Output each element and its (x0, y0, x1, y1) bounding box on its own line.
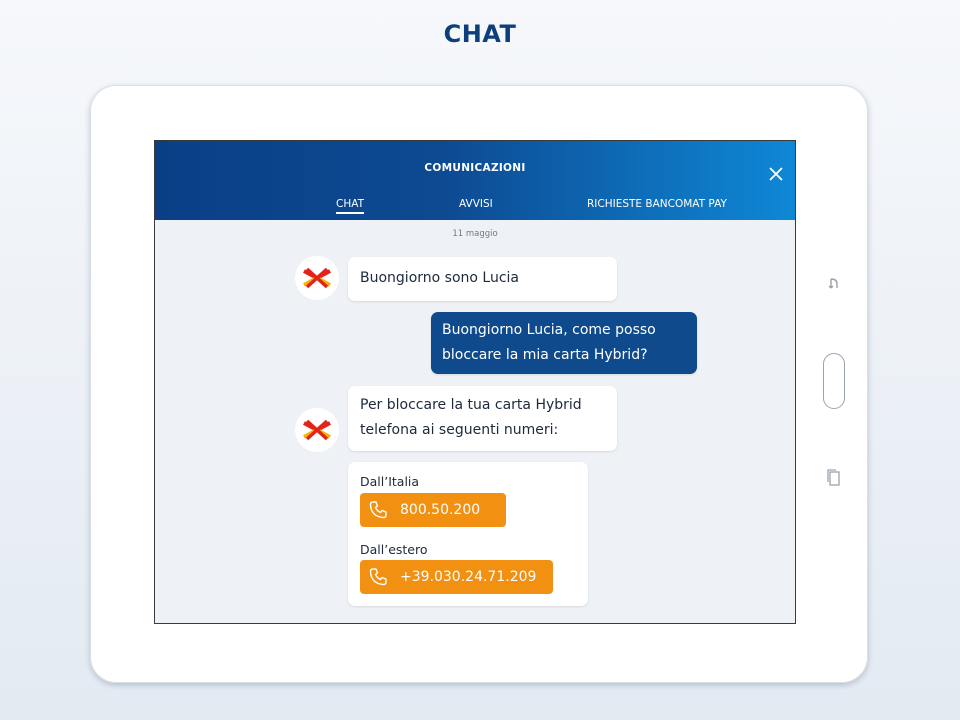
tab-avvisi[interactable]: AVVISI (459, 198, 493, 210)
recent-apps-icon[interactable] (826, 468, 842, 488)
call-number: +39.030.24.71.209 (400, 569, 537, 585)
home-button[interactable] (823, 353, 845, 409)
app-screen: COMUNICAZIONI CHAT AVVISI RICHIESTE BANC… (154, 140, 796, 624)
message-text: bloccare la mia carta Hybrid? (442, 347, 648, 363)
chat-date: 11 maggio (452, 229, 498, 239)
italy-label: Dall’Italia (360, 474, 420, 489)
phone-icon (369, 501, 387, 519)
phone-icon (369, 568, 387, 586)
page-title: CHAT (443, 20, 517, 48)
message-text: Per bloccare la tua carta Hybrid (360, 397, 582, 413)
message-text: Buongiorno Lucia, come posso (442, 322, 656, 338)
call-number: 800.50.200 (400, 502, 481, 518)
bank-logo-icon (303, 419, 331, 441)
message-text: telefona ai seguenti numeri: (360, 422, 559, 438)
contact-card: Dall’Italia 800.50.200 Dall’estero +39.0… (348, 462, 588, 606)
close-icon[interactable] (767, 165, 785, 183)
call-abroad-button[interactable]: +39.030.24.71.209 (360, 560, 553, 594)
bank-logo-icon (303, 267, 331, 289)
abroad-label: Dall’estero (360, 542, 428, 557)
back-icon[interactable] (826, 276, 842, 292)
header-title: COMUNICAZIONI (424, 162, 526, 174)
tab-richieste-bancomat-pay[interactable]: RICHIESTE BANCOMAT PAY (587, 198, 727, 210)
app-header: COMUNICAZIONI CHAT AVVISI RICHIESTE BANC… (155, 141, 795, 220)
avatar (295, 256, 339, 300)
call-italy-button[interactable]: 800.50.200 (360, 493, 506, 527)
message-bubble-bot: Per bloccare la tua carta Hybrid telefon… (348, 386, 617, 451)
tab-chat[interactable]: CHAT (336, 198, 365, 214)
message-bubble-bot: Buongiorno sono Lucia (348, 257, 617, 301)
message-text: Buongiorno sono Lucia (360, 270, 519, 286)
message-bubble-user: Buongiorno Lucia, come posso bloccare la… (431, 312, 697, 374)
avatar (295, 408, 339, 452)
